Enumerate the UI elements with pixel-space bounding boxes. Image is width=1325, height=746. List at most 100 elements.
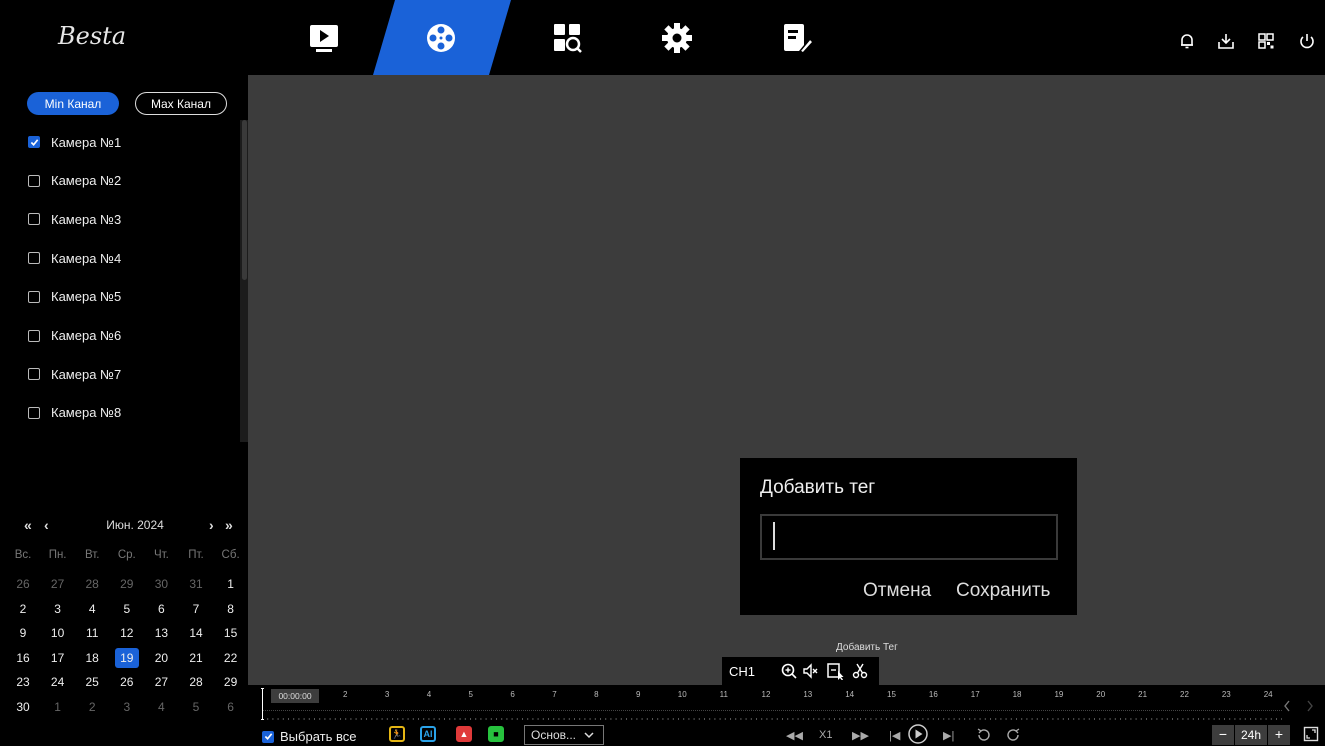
zoom-in-button[interactable]: + — [1268, 725, 1290, 745]
calendar-day[interactable]: 2 — [11, 599, 35, 619]
camera-checkbox[interactable] — [28, 174, 40, 187]
tab-reel[interactable] — [396, 0, 486, 75]
zoom-in-icon[interactable] — [780, 662, 798, 680]
camera-checkbox[interactable] — [28, 406, 40, 419]
calendar-day[interactable]: 15 — [219, 623, 243, 643]
camera-checkbox[interactable] — [28, 252, 40, 265]
motion-event-icon[interactable]: 🏃 — [389, 726, 405, 742]
calendar-day[interactable]: 6 — [219, 697, 243, 717]
prev-frame-icon[interactable]: |◀ — [889, 729, 900, 742]
calendar-day[interactable]: 4 — [149, 697, 173, 717]
calendar-day[interactable]: 20 — [149, 648, 173, 668]
zoom-out-button[interactable]: − — [1212, 725, 1234, 745]
mute-icon[interactable] — [802, 662, 820, 680]
camera-checkbox[interactable] — [28, 329, 40, 342]
calendar-day[interactable]: 25 — [80, 672, 104, 692]
clip-scissors-icon[interactable] — [851, 662, 869, 680]
camera-checkbox[interactable] — [28, 290, 40, 303]
calendar-day[interactable]: 29 — [219, 672, 243, 692]
calendar-prev-month[interactable]: ‹ — [44, 517, 49, 533]
calendar-day[interactable]: 1 — [219, 574, 243, 594]
calendar-day[interactable]: 17 — [46, 648, 70, 668]
tab-settings[interactable] — [632, 0, 722, 75]
timeline-cursor[interactable] — [261, 688, 264, 720]
calendar-day[interactable]: 10 — [46, 623, 70, 643]
calendar-day[interactable]: 9 — [11, 623, 35, 643]
camera-item[interactable]: Камера №4 — [28, 248, 121, 268]
calendar-next-year[interactable]: » — [225, 517, 233, 533]
timeline-next-icon[interactable] — [1305, 699, 1315, 713]
add-tag-icon[interactable] — [826, 662, 844, 680]
calendar-day[interactable]: 13 — [149, 623, 173, 643]
calendar-next-month[interactable]: › — [209, 517, 214, 533]
tag-name-input[interactable] — [760, 514, 1058, 560]
camera-checkbox[interactable] — [28, 136, 40, 148]
calendar-day[interactable]: 8 — [219, 599, 243, 619]
camera-checkbox[interactable] — [28, 213, 40, 226]
camera-item[interactable]: Камера №1 — [28, 132, 121, 152]
calendar-day[interactable]: 18 — [80, 648, 104, 668]
ai-event-icon[interactable]: AI — [420, 726, 436, 742]
calendar-day[interactable]: 5 — [115, 599, 139, 619]
camera-item[interactable]: Камера №2 — [28, 171, 121, 191]
calendar-day[interactable]: 22 — [219, 648, 243, 668]
tab-playback[interactable] — [279, 0, 369, 75]
forward-30s-icon[interactable] — [1005, 727, 1021, 743]
camera-list-scrollbar[interactable] — [242, 120, 247, 280]
calendar-day[interactable]: 2 — [80, 697, 104, 717]
calendar-day[interactable]: 31 — [184, 574, 208, 594]
camera-item[interactable]: Камера №3 — [28, 209, 121, 229]
tab-search[interactable] — [522, 0, 612, 75]
calendar-day[interactable]: 24 — [46, 672, 70, 692]
camera-checkbox[interactable] — [28, 368, 40, 381]
select-all-checkbox[interactable]: Выбрать все — [262, 729, 356, 744]
calendar-day[interactable]: 16 — [11, 648, 35, 668]
tab-maintenance[interactable] — [752, 0, 842, 75]
power-button[interactable] — [1296, 30, 1318, 52]
calendar-day[interactable]: 5 — [184, 697, 208, 717]
calendar-day[interactable]: 7 — [184, 599, 208, 619]
rewind-icon[interactable]: ◀◀ — [786, 729, 803, 742]
record-event-icon[interactable]: ■ — [488, 726, 504, 742]
min-channel-button[interactable]: Min Канал — [27, 92, 119, 115]
calendar-day[interactable]: 6 — [149, 599, 173, 619]
calendar-day[interactable]: 27 — [149, 672, 173, 692]
stream-select[interactable]: Основ... — [524, 725, 604, 745]
calendar-day[interactable]: 21 — [184, 648, 208, 668]
calendar-day[interactable]: 1 — [46, 697, 70, 717]
camera-item[interactable]: Камера №7 — [28, 364, 121, 384]
calendar-day[interactable]: 3 — [115, 697, 139, 717]
calendar-day[interactable]: 23 — [11, 672, 35, 692]
calendar-day[interactable]: 26 — [115, 672, 139, 692]
next-frame-icon[interactable]: ▶| — [943, 729, 954, 742]
calendar-day[interactable]: 28 — [184, 672, 208, 692]
notifications-button[interactable] — [1176, 30, 1198, 52]
calendar-day[interactable]: 30 — [11, 697, 35, 717]
calendar-prev-year[interactable]: « — [24, 517, 32, 533]
calendar-day[interactable]: 3 — [46, 599, 70, 619]
calendar-day[interactable]: 28 — [80, 574, 104, 594]
fullscreen-icon[interactable] — [1303, 726, 1319, 742]
camera-item[interactable]: Камера №5 — [28, 287, 121, 307]
cancel-button[interactable]: Отмена — [863, 580, 931, 602]
max-channel-button[interactable]: Max Канал — [135, 92, 227, 115]
download-button[interactable] — [1215, 30, 1237, 52]
replay-30s-icon[interactable] — [976, 727, 992, 743]
calendar-day[interactable]: 12 — [115, 623, 139, 643]
timeline-prev-icon[interactable] — [1282, 699, 1292, 713]
calendar-day[interactable]: 19 — [114, 647, 139, 668]
calendar-day[interactable]: 14 — [184, 623, 208, 643]
calendar-day[interactable]: 26 — [11, 574, 35, 594]
calendar-day[interactable]: 29 — [115, 574, 139, 594]
calendar-day[interactable]: 4 — [80, 599, 104, 619]
camera-item[interactable]: Камера №6 — [28, 326, 121, 346]
save-button[interactable]: Сохранить — [956, 580, 1050, 602]
layout-button[interactable] — [1255, 30, 1277, 52]
fast-forward-icon[interactable]: ▶▶ — [852, 729, 869, 742]
alarm-event-icon[interactable]: ▲ — [456, 726, 472, 742]
play-icon[interactable] — [907, 723, 929, 745]
calendar-day[interactable]: 27 — [46, 574, 70, 594]
camera-item[interactable]: Камера №8 — [28, 403, 121, 423]
calendar-day[interactable]: 30 — [149, 574, 173, 594]
calendar-day[interactable]: 11 — [80, 623, 104, 643]
